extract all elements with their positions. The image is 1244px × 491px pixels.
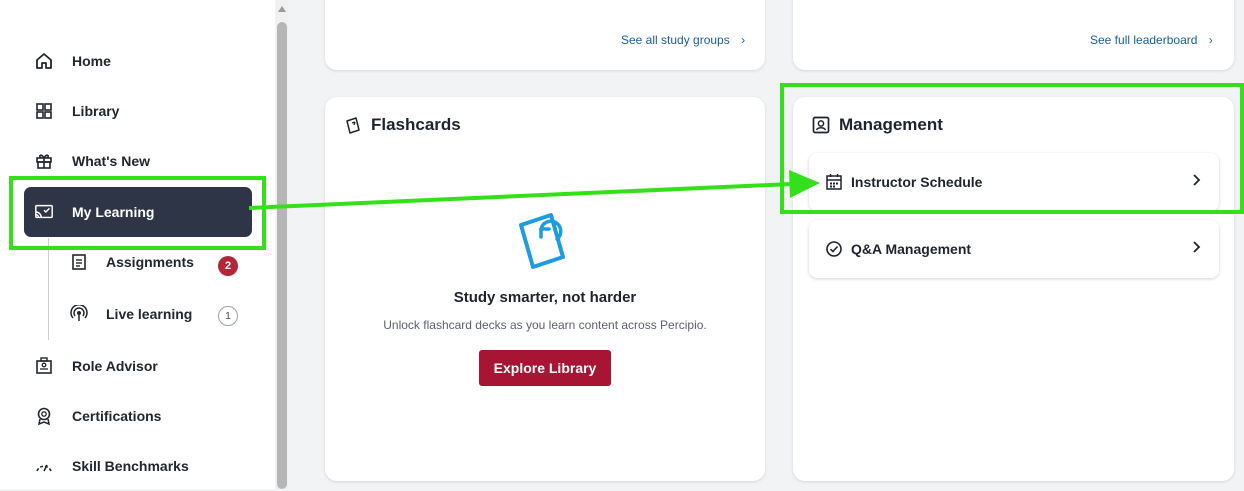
annotation-arrow	[248, 170, 820, 210]
